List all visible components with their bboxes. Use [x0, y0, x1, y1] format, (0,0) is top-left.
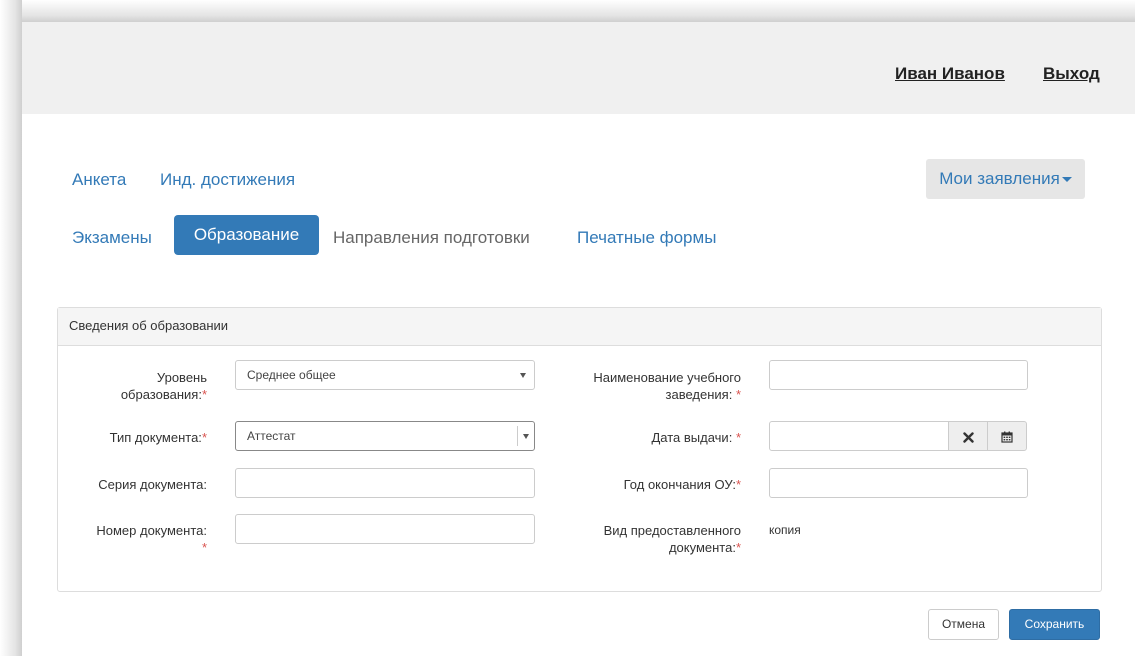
- graduation-year-input[interactable]: [769, 468, 1028, 498]
- institution-name-label-line1: Наименование учебного: [593, 370, 741, 385]
- clear-date-button[interactable]: [948, 421, 988, 451]
- close-icon: [962, 432, 974, 443]
- required-mark: *: [735, 540, 741, 555]
- document-kind-label: Вид предоставленного документа:*: [560, 522, 741, 556]
- document-type-label-text: Тип документа:: [109, 430, 202, 445]
- nav-questionnaire[interactable]: Анкета: [72, 170, 126, 190]
- document-kind-label-line1: Вид предоставленного: [603, 523, 741, 538]
- panel-title: Сведения об образовании: [69, 318, 229, 333]
- my-applications-label: Мои заявления: [939, 169, 1060, 188]
- education-level-value: Среднее общее: [247, 368, 336, 382]
- graduation-year-label: Год окончания ОУ:*: [560, 476, 741, 493]
- nav-achievements[interactable]: Инд. достижения: [160, 170, 295, 190]
- user-name-link[interactable]: Иван Иванов: [895, 64, 1005, 84]
- cancel-button[interactable]: Отмена: [928, 609, 999, 640]
- required-mark: *: [735, 387, 741, 402]
- tab-education[interactable]: Образование: [174, 215, 319, 255]
- document-type-select[interactable]: Аттестат: [235, 421, 535, 451]
- tab-study-directions[interactable]: Направления подготовки: [333, 228, 530, 248]
- logout-link[interactable]: Выход: [1043, 64, 1100, 84]
- dropdown-arrow-icon: [523, 434, 529, 439]
- document-kind-label-line2: документа:: [668, 540, 736, 555]
- institution-name-label-line2: заведения:: [665, 387, 733, 402]
- education-level-label-line2: образования:: [120, 387, 202, 402]
- calendar-icon: [1001, 431, 1013, 443]
- my-applications-dropdown[interactable]: Мои заявления: [926, 159, 1085, 199]
- window-frame: Иван Иванов Выход Анкета Инд. достижения…: [0, 0, 1135, 656]
- document-type-value: Аттестат: [247, 429, 296, 443]
- document-type-label: Тип документа:*: [60, 429, 207, 446]
- education-level-select[interactable]: Среднее общее: [235, 360, 535, 390]
- institution-name-label: Наименование учебного заведения: *: [560, 369, 741, 403]
- select-separator: [517, 426, 518, 446]
- institution-name-input[interactable]: [769, 360, 1028, 390]
- required-mark: *: [735, 430, 741, 445]
- graduation-year-label-text: Год окончания ОУ:: [623, 477, 736, 492]
- panel-header: Сведения об образовании: [58, 308, 1101, 346]
- tab-print-forms[interactable]: Печатные формы: [577, 228, 716, 248]
- required-mark: *: [735, 477, 741, 492]
- required-mark: *: [201, 387, 207, 402]
- document-number-input[interactable]: [235, 514, 535, 544]
- calendar-button[interactable]: [987, 421, 1027, 451]
- document-number-label-text: Номер документа:: [96, 523, 207, 538]
- issue-date-input[interactable]: [769, 421, 949, 451]
- document-series-label: Серия документа:: [98, 477, 207, 492]
- caret-down-icon: [1061, 177, 1072, 183]
- issue-date-label-text: Дата выдачи:: [651, 430, 733, 445]
- required-mark: *: [201, 540, 207, 555]
- required-mark: *: [201, 430, 207, 445]
- window-shadow-left: [0, 0, 22, 656]
- issue-date-label: Дата выдачи: *: [560, 429, 741, 446]
- tab-education-label: Образование: [193, 225, 300, 244]
- tab-exams[interactable]: Экзамены: [72, 228, 152, 248]
- education-level-label: Уровень образования:*: [110, 369, 207, 403]
- document-series-input[interactable]: [235, 468, 535, 498]
- education-level-label-line1: Уровень: [156, 370, 207, 385]
- document-number-label: Номер документа: *: [60, 522, 207, 556]
- dropdown-arrow-icon: [520, 373, 526, 378]
- document-kind-value: копия: [769, 523, 801, 537]
- save-button[interactable]: Сохранить: [1009, 609, 1100, 640]
- window-shadow-top: [0, 0, 1135, 22]
